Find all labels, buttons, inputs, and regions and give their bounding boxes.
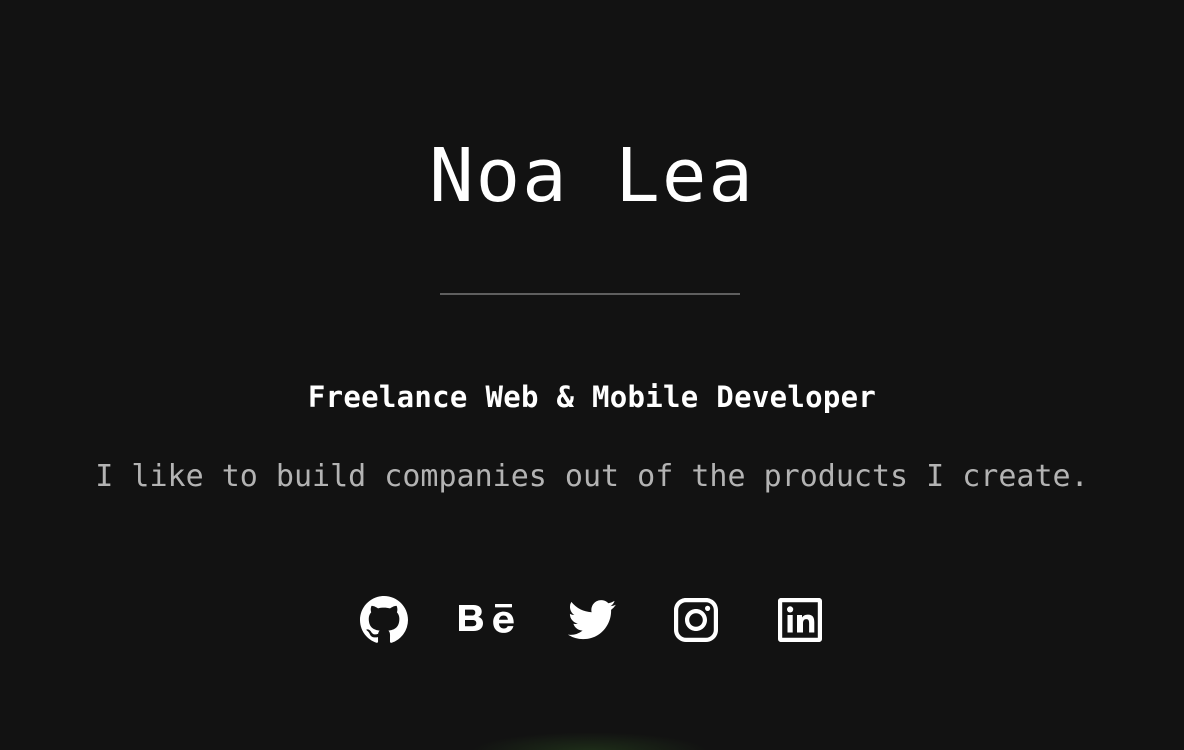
social-links xyxy=(0,590,1184,650)
instagram-link[interactable] xyxy=(671,592,721,648)
profile-name: Noa Lea xyxy=(429,133,755,219)
twitter-link[interactable] xyxy=(567,592,617,648)
bottom-glow xyxy=(470,732,710,750)
profile-tagline: I like to build companies out of the pro… xyxy=(95,459,1089,494)
profile-headline: Freelance Web & Mobile Developer xyxy=(307,380,877,414)
github-icon xyxy=(360,596,408,644)
landing-page: Noa Lea Freelance Web & Mobile Developer… xyxy=(0,0,1184,750)
linkedin-link[interactable] xyxy=(775,592,825,648)
behance-link[interactable] xyxy=(459,592,514,648)
linkedin-icon xyxy=(777,597,823,643)
title-divider xyxy=(440,293,740,295)
github-link[interactable] xyxy=(359,592,409,648)
instagram-icon xyxy=(673,597,719,643)
behance-icon xyxy=(457,598,519,642)
twitter-icon xyxy=(568,600,616,640)
